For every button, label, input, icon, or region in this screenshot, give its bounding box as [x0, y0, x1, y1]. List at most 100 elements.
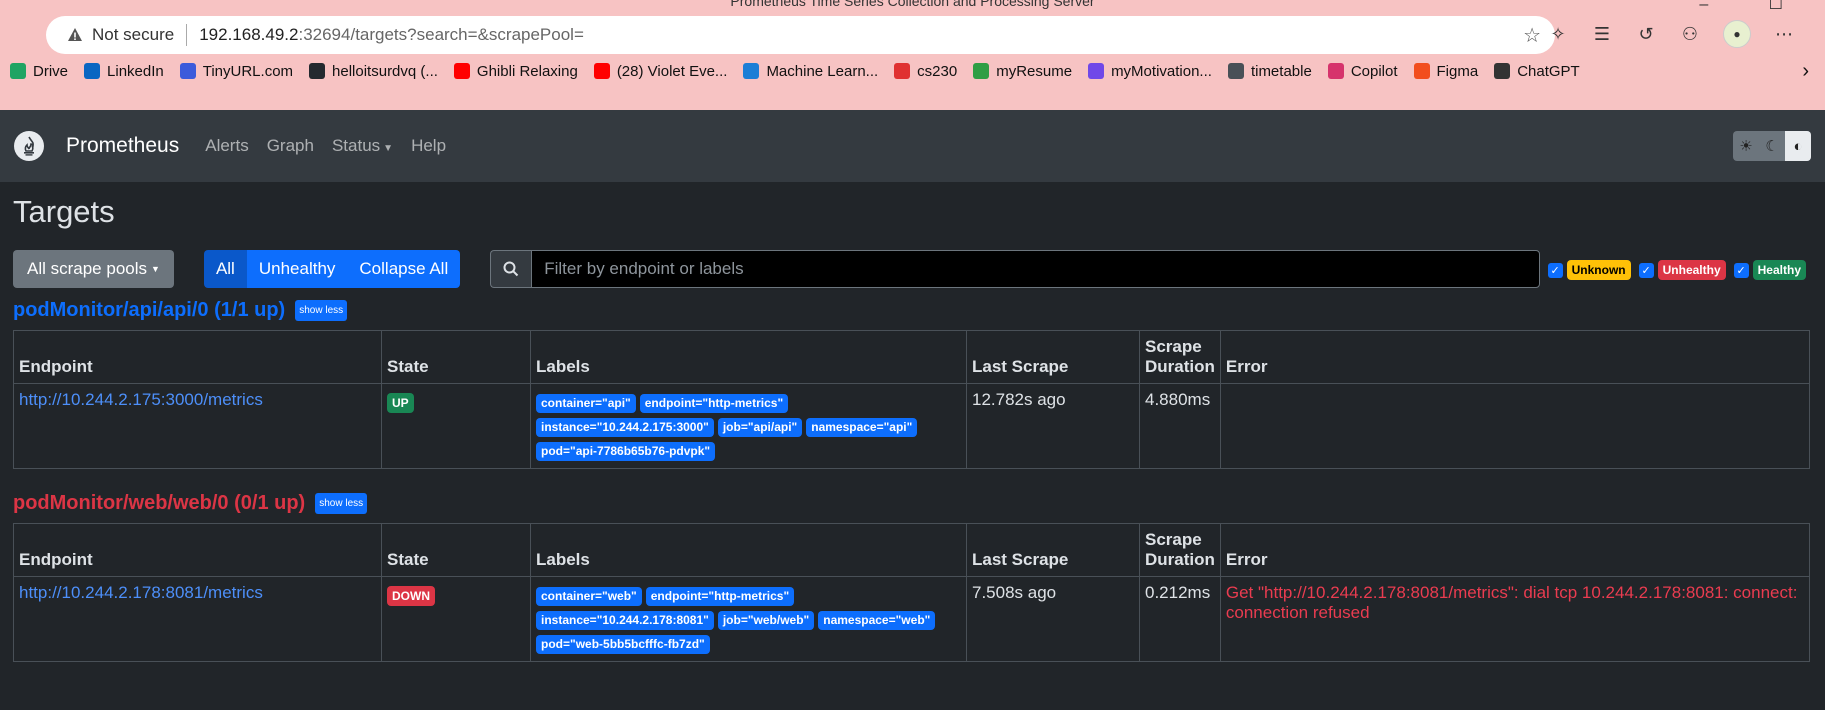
url-host[interactable]: 192.168.49.2 [199, 25, 298, 45]
brand[interactable]: Prometheus [14, 131, 179, 161]
label-badge: container="api" [536, 394, 636, 413]
light-theme-sun-icon[interactable]: ☀ [1733, 131, 1759, 161]
bookmark-label: Drive [33, 62, 69, 80]
nav-help[interactable]: Help [411, 136, 446, 156]
label-badge: namespace="web" [818, 611, 936, 630]
bookmark-item[interactable]: myResume [973, 63, 1072, 80]
bookmark-favicon-icon [10, 63, 26, 79]
bookmark-item[interactable]: Figma [1413, 63, 1478, 80]
window-title-bar: Prometheus Time Series Collection and Pr… [0, 0, 1825, 10]
brand-name[interactable]: Prometheus [66, 134, 179, 158]
bookmark-item[interactable]: helloitsurdvq (... [309, 63, 438, 80]
show-less-button[interactable]: show less [315, 492, 368, 514]
url-divider [186, 24, 188, 46]
state-cell: UP [381, 383, 531, 469]
endpoint-link[interactable]: http://10.244.2.175:3000/metrics [19, 390, 263, 409]
bookmark-item[interactable]: ChatGPT [1494, 63, 1580, 80]
nav-status-dropdown[interactable]: Status ▼ [332, 136, 393, 156]
pool-title[interactable]: podMonitor/api/api/0 (1/1 up) [13, 299, 285, 322]
scrape-pool: podMonitor/web/web/0 (0/1 up) show less En… [13, 489, 1812, 662]
scrape-duration-cell: 0.212ms [1139, 576, 1221, 662]
bookmark-label: cs230 [917, 62, 958, 80]
endpoint-link[interactable]: http://10.244.2.178:8081/metrics [19, 583, 263, 602]
healthy-badge[interactable]: Healthy [1752, 260, 1806, 280]
toolbar-controls: All scrape pools ▼ All Unhealthy Collapse… [13, 250, 1812, 288]
error-cell: Get "http://10.244.2.178:8081/metrics": … [1219, 576, 1811, 662]
bookmark-favicon-icon [1088, 63, 1105, 79]
unhealthy-checkbox[interactable]: ✓ [1638, 262, 1654, 278]
label-badge: endpoint="http-metrics" [645, 587, 795, 606]
col-error: Error [1219, 523, 1811, 577]
label-badge: namespace="api" [806, 418, 918, 437]
unknown-badge[interactable]: Unknown [1566, 260, 1631, 280]
col-last-scrape: Last Scrape [966, 523, 1140, 577]
filter-unhealthy-button[interactable]: Unhealthy [246, 250, 348, 288]
caret-down-icon: ▼ [151, 264, 160, 274]
url-path[interactable]: :32694/targets?search=&scrapePool= [298, 25, 583, 45]
prometheus-logo-icon [14, 131, 44, 161]
bookmark-item[interactable]: Drive [10, 63, 68, 80]
bookmark-star-icon[interactable]: ☆ [1523, 23, 1541, 48]
col-labels: Labels [530, 330, 967, 384]
bookmark-item[interactable]: Machine Learn... [743, 63, 878, 80]
state-cell: DOWN [381, 576, 531, 662]
auto-theme-contrast-icon[interactable]: ◐ [1785, 131, 1811, 161]
table-row: http://10.244.2.175:3000/metrics UP contai… [13, 383, 1811, 469]
nav-graph[interactable]: Graph [267, 136, 314, 156]
bookmark-item[interactable]: timetable [1227, 63, 1312, 80]
bookmarks-overflow-chevron-icon[interactable]: › [1802, 60, 1809, 83]
state-badge: UP [387, 393, 414, 413]
history-icon[interactable]: ↺ [1635, 23, 1657, 45]
search-input[interactable] [531, 250, 1541, 288]
filter-all-button[interactable]: All [203, 250, 247, 288]
bookmark-favicon-icon [1494, 63, 1511, 79]
show-less-button[interactable]: show less [295, 299, 348, 321]
extensions-icon[interactable]: ✧ [1547, 23, 1569, 45]
scrape-duration-cell: 4.880ms [1139, 383, 1221, 469]
scrape-pools-list: podMonitor/api/api/0 (1/1 up) show less En… [13, 296, 1812, 662]
favorites-icon[interactable]: ☰ [1591, 23, 1613, 45]
address-bar[interactable]: Not secure 192.168.49.2:32694/targets?se… [46, 16, 1555, 54]
table-header-row: Endpoint State Labels Last Scrape Scrape Dur… [13, 330, 1811, 384]
bookmark-item[interactable]: myMotivation... [1088, 63, 1212, 80]
col-error: Error [1219, 330, 1811, 384]
healthy-checkbox[interactable]: ✓ [1733, 262, 1749, 278]
table-header-row: Endpoint State Labels Last Scrape Scrape Dur… [13, 523, 1811, 577]
copilot-icon[interactable]: ⚇ [1679, 23, 1701, 45]
bookmark-item[interactable]: cs230 [894, 63, 957, 80]
collapse-all-button[interactable]: Collapse All [347, 250, 461, 288]
dark-theme-moon-icon[interactable]: ☾ [1759, 131, 1785, 161]
col-state: State [381, 330, 531, 384]
warning-icon[interactable] [66, 26, 84, 44]
not-secure-label[interactable]: Not secure [92, 25, 174, 45]
bookmark-item[interactable]: Ghibli Relaxing [453, 63, 578, 80]
window-controls[interactable]: – ☐ [1699, 0, 1811, 14]
bookmark-label: myResume [996, 62, 1073, 80]
labels-cell: container="api" endpoint="http-metrics" in… [530, 383, 967, 469]
bookmark-favicon-icon [973, 63, 990, 79]
pool-title[interactable]: podMonitor/web/web/0 (0/1 up) [13, 492, 305, 515]
bookmark-item[interactable]: Copilot [1327, 63, 1398, 80]
error-cell [1219, 383, 1811, 469]
bookmark-item[interactable]: TinyURL.com [179, 63, 293, 80]
search-icon[interactable] [490, 250, 532, 288]
col-state: State [381, 523, 531, 577]
bookmark-item[interactable]: LinkedIn [84, 63, 164, 80]
nav-alerts[interactable]: Alerts [205, 136, 248, 156]
bookmark-item[interactable]: (28) Violet Eve... [593, 63, 727, 80]
browser-chrome: Prometheus Time Series Collection and Pr… [0, 0, 1825, 110]
unhealthy-badge[interactable]: Unhealthy [1657, 260, 1726, 280]
bookmark-label: myMotivation... [1111, 62, 1212, 80]
col-last-scrape: Last Scrape [966, 330, 1140, 384]
bookmark-favicon-icon [453, 63, 470, 79]
bookmark-favicon-icon [309, 63, 326, 79]
profile-avatar[interactable]: ● [1723, 20, 1751, 48]
scrape-pools-dropdown[interactable]: All scrape pools ▼ [13, 250, 174, 288]
bookmark-label: helloitsurdvq (... [332, 62, 438, 80]
more-menu-icon[interactable]: ⋯ [1773, 23, 1795, 45]
bookmark-favicon-icon [894, 63, 911, 79]
unknown-checkbox[interactable]: ✓ [1547, 262, 1563, 278]
last-scrape-cell: 7.508s ago [966, 576, 1140, 662]
endpoint-cell: http://10.244.2.175:3000/metrics [13, 383, 382, 469]
nav-status-label: Status [331, 136, 381, 155]
